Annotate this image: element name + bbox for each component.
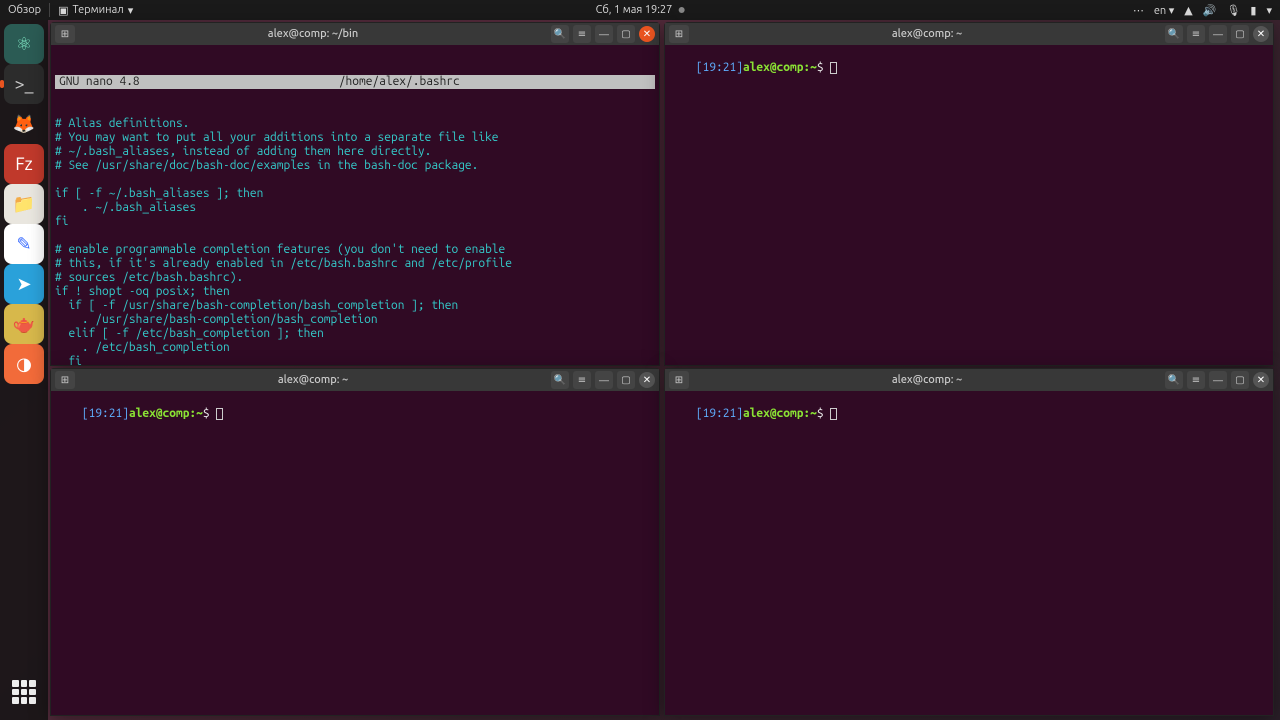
terminal-window-bottom-right[interactable]: ⊞ alex@comp: ~ 🔍 ≡ — ▢ ✕ [19:21]alex@com… [664,368,1274,716]
apps-grid-icon [12,680,36,704]
close-button[interactable]: ✕ [639,26,655,42]
maximize-button[interactable]: ▢ [617,25,635,43]
headerbar: ⊞ alex@comp: ~ 🔍 ≡ — ▢ ✕ [665,369,1273,391]
maximize-button[interactable]: ▢ [1231,371,1249,389]
maximize-button[interactable]: ▢ [617,371,635,389]
headerbar: ⊞ alex@comp: ~/bin 🔍 ≡ — ▢ ✕ [51,23,659,45]
terminal-body[interactable]: GNU nano 4.8 /home/alex/.bashrc # Alias … [51,45,659,365]
search-button[interactable]: 🔍 [1165,25,1183,43]
dock-item-telegram[interactable]: ➤ [4,264,44,304]
window-title: alex@comp: ~ [79,374,547,386]
mic-icon[interactable]: 🎙 [1226,4,1240,17]
text-cursor [830,408,837,420]
show-apps-button[interactable] [4,672,44,712]
hamburger-menu-button[interactable]: ≡ [573,25,591,43]
dock-item-text-editor[interactable]: ✎ [4,224,44,264]
headerbar: ⊞ alex@comp: ~ 🔍 ≡ — ▢ ✕ [665,23,1273,45]
dock-item-filezilla[interactable]: Fz [4,144,44,184]
window-title: alex@comp: ~/bin [79,28,547,40]
terminal-window-bottom-left[interactable]: ⊞ alex@comp: ~ 🔍 ≡ — ▢ ✕ [19:21]alex@com… [50,368,660,716]
dock-item-teapot[interactable]: 🫖 [4,304,44,344]
terminal-body[interactable]: [19:21]alex@comp:~$ [665,391,1273,715]
maximize-button[interactable]: ▢ [1231,25,1249,43]
app-menu[interactable]: ▣ Терминал ▾ [58,4,133,17]
search-button[interactable]: 🔍 [551,25,569,43]
hamburger-menu-button[interactable]: ≡ [1187,371,1205,389]
search-button[interactable]: 🔍 [1165,371,1183,389]
battery-icon[interactable]: ▮ [1250,4,1256,17]
nano-filepath: /home/alex/.bashrc [144,75,655,89]
chevron-down-icon[interactable]: ▾ [1266,4,1272,17]
minimize-button[interactable]: — [1209,25,1227,43]
keyboard-lang-indicator[interactable]: en ▾ [1154,4,1174,17]
volume-icon[interactable]: 🔊 [1203,4,1217,17]
terminal-body[interactable]: [19:21]alex@comp:~$ [665,45,1273,365]
headerbar: ⊞ alex@comp: ~ 🔍 ≡ — ▢ ✕ [51,369,659,391]
chevron-down-icon: ▾ [128,4,134,17]
minimize-button[interactable]: — [595,371,613,389]
close-button[interactable]: ✕ [1253,372,1269,388]
dock-item-atom[interactable]: ⚛ [4,24,44,64]
dock-item-files[interactable]: 📁 [4,184,44,224]
terminal-window-top-right[interactable]: ⊞ alex@comp: ~ 🔍 ≡ — ▢ ✕ [19:21]alex@com… [664,22,1274,366]
dock-item-terminal[interactable]: >_ [4,64,44,104]
notification-dot-icon [678,7,684,13]
dock-item-postman[interactable]: ◑ [4,344,44,384]
activities-button[interactable]: Обзор [8,4,41,16]
hamburger-menu-button[interactable]: ≡ [573,371,591,389]
clock-label[interactable]: Сб, 1 мая 19:27 [596,4,673,16]
terminal-icon: ▣ [58,4,68,17]
gnome-top-panel: Обзор ▣ Терминал ▾ Сб, 1 мая 19:27 ⋯ en … [0,0,1280,20]
close-button[interactable]: ✕ [639,372,655,388]
app-menu-label: Терминал [73,4,124,16]
more-icon[interactable]: ⋯ [1133,4,1144,17]
dock-item-firefox[interactable]: 🦊 [4,104,44,144]
text-cursor [216,408,223,420]
new-tab-button[interactable]: ⊞ [55,25,75,43]
dock: ⚛>_🦊Fz📁✎➤🫖◑ [0,20,48,720]
window-title: alex@comp: ~ [693,374,1161,386]
text-cursor [830,62,837,74]
terminal-window-top-left[interactable]: ⊞ alex@comp: ~/bin 🔍 ≡ — ▢ ✕ GNU nano 4.… [50,22,660,366]
search-button[interactable]: 🔍 [551,371,569,389]
minimize-button[interactable]: — [595,25,613,43]
panel-separator [49,3,50,17]
hamburger-menu-button[interactable]: ≡ [1187,25,1205,43]
minimize-button[interactable]: — [1209,371,1227,389]
close-button[interactable]: ✕ [1253,26,1269,42]
nano-titlebar: GNU nano 4.8 /home/alex/.bashrc [55,75,655,89]
wifi-icon[interactable]: ▲ [1184,4,1192,17]
new-tab-button[interactable]: ⊞ [669,371,689,389]
new-tab-button[interactable]: ⊞ [669,25,689,43]
nano-version: GNU nano 4.8 [55,75,144,89]
nano-content[interactable]: # Alias definitions. # You may want to p… [55,117,655,365]
new-tab-button[interactable]: ⊞ [55,371,75,389]
terminal-body[interactable]: [19:21]alex@comp:~$ [51,391,659,715]
window-title: alex@comp: ~ [693,28,1161,40]
